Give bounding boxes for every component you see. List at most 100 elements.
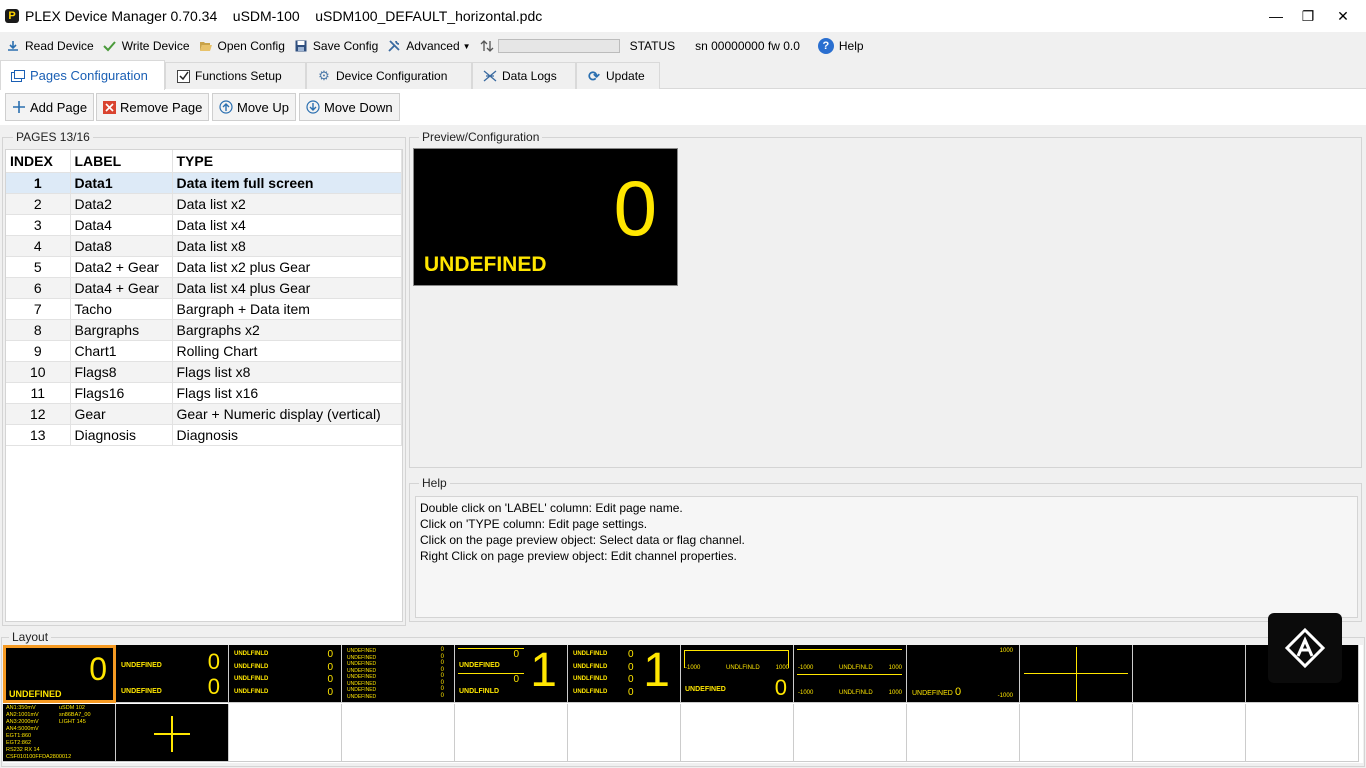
label-cell[interactable]: Chart1 (70, 340, 173, 362)
type-cell[interactable]: Data list x4 plus Gear (172, 277, 402, 299)
move-down-label: Move Down (324, 99, 393, 115)
column-header-type[interactable]: TYPE (172, 150, 402, 173)
column-header-index[interactable]: INDEX (6, 150, 71, 173)
tab-update[interactable]: ⟳ Update (576, 62, 660, 89)
remove-page-button[interactable]: Remove Page (96, 93, 210, 121)
tab-device-configuration[interactable]: ⚙ Device Configuration (306, 62, 472, 89)
remove-page-label: Remove Page (120, 99, 203, 115)
open-config-button[interactable]: Open Config (199, 39, 285, 53)
layout-thumb-diagnosis[interactable]: AN1:350mV AN2:1001mV AN3:2000mV AN4:5000mV E… (3, 704, 116, 762)
layout-empty-slot[interactable] (681, 704, 794, 762)
type-cell[interactable]: Bargraph + Data item (172, 298, 402, 320)
layout-thumb-flags8[interactable] (1020, 645, 1133, 703)
serial-firmware-readout: sn 00000000 fw 0.0 (695, 39, 800, 53)
type-cell[interactable]: Data list x4 (172, 214, 402, 236)
help-button[interactable]: ? Help (817, 38, 864, 54)
label-cell[interactable]: Diagnosis (70, 424, 173, 446)
label-cell[interactable]: Tacho (70, 298, 173, 320)
preview-value[interactable]: 0 (614, 169, 657, 247)
type-cell[interactable]: Data list x2 plus Gear (172, 256, 402, 278)
thumb-label: UNDLFINLD (573, 651, 608, 657)
label-cell[interactable]: Data4 (70, 214, 173, 236)
save-config-button[interactable]: Save Config (294, 39, 378, 53)
column-header-label[interactable]: LABEL (70, 150, 173, 173)
index-cell: 4 (6, 235, 71, 257)
label-cell[interactable]: Data1 (70, 172, 173, 194)
page-preview-display[interactable]: 0 UNDEFINED (413, 148, 678, 286)
tab-pages-configuration[interactable]: Pages Configuration (0, 60, 165, 90)
type-cell[interactable]: Data list x2 (172, 193, 402, 215)
label-cell[interactable]: Flags16 (70, 382, 173, 404)
thumb-label: UNDEFINED (459, 662, 500, 669)
preview-channel-label[interactable]: UNDEFINED (424, 253, 547, 277)
layout-empty-slot[interactable] (794, 704, 907, 762)
advanced-menu-button[interactable]: Advanced ▼ (387, 39, 471, 53)
label-cell[interactable]: Flags8 (70, 361, 173, 383)
layout-thumb-bargraphs[interactable]: -1000 UNDLFINLD 1000 -1000 UNDLFINLD 100… (794, 645, 907, 703)
table-row[interactable]: 2 Data2 Data list x2 (6, 193, 402, 215)
table-row[interactable]: 9 Chart1 Rolling Chart (6, 340, 402, 362)
transfer-arrows-icon (480, 39, 494, 53)
table-row[interactable]: 5 Data2 + Gear Data list x2 plus Gear (6, 256, 402, 278)
type-cell[interactable]: Flags list x8 (172, 361, 402, 383)
tab-functions-setup[interactable]: Functions Setup (165, 62, 306, 89)
label-cell[interactable]: Data2 + Gear (70, 256, 173, 278)
index-cell: 11 (6, 382, 71, 404)
accessibility-overlay-icon[interactable] (1268, 613, 1342, 683)
thumb-scale: -1000 (798, 690, 814, 696)
layout-thumb-new-page[interactable] (116, 704, 229, 762)
type-cell[interactable]: Rolling Chart (172, 340, 402, 362)
help-label: Help (838, 39, 864, 53)
type-cell[interactable]: Bargraphs x2 (172, 319, 402, 341)
layout-thumb-data2[interactable]: UNDEFINED 0 UNDEFINED 0 (116, 645, 229, 703)
layout-empty-slot[interactable] (1020, 704, 1133, 762)
type-cell[interactable]: Gear + Numeric display (vertical) (172, 403, 402, 425)
dropdown-arrow-icon: ▼ (462, 41, 471, 51)
type-cell[interactable]: Flags list x16 (172, 382, 402, 404)
layout-thumb-data2-gear[interactable]: 0 UNDEFINED 0 UNDLFINLD 1 (455, 645, 568, 703)
table-row[interactable]: 3 Data4 Data list x4 (6, 214, 402, 236)
table-row[interactable]: 11 Flags16 Flags list x16 (6, 382, 402, 404)
label-cell[interactable]: Data4 + Gear (70, 277, 173, 299)
type-cell[interactable]: Diagnosis (172, 424, 402, 446)
move-up-button[interactable]: Move Up (212, 93, 297, 121)
table-row[interactable]: 10 Flags8 Flags list x8 (6, 361, 402, 383)
write-device-label: Write Device (121, 39, 190, 53)
layout-thumb-tacho[interactable]: -1000 UNDLFINLD 1000 UNDEFINED 0 (681, 645, 794, 703)
layout-empty-slot[interactable] (1246, 704, 1359, 762)
table-row[interactable]: 12 Gear Gear + Numeric display (vertical) (6, 403, 402, 425)
layout-thumb-chart1[interactable]: 1000 UNDEFINED 0 -1000 (907, 645, 1020, 703)
table-row[interactable]: 1 Data1 Data item full screen (6, 172, 402, 194)
label-cell[interactable]: Gear (70, 403, 173, 425)
layout-thumb-flags16[interactable] (1133, 645, 1246, 703)
layout-thumb-data4-gear[interactable]: 1 UNDLFINLD 0 UNDLFINLD 0 UNDLFINLD 0 UNDLFINL… (568, 645, 681, 703)
layout-empty-slot[interactable] (455, 704, 568, 762)
layout-empty-slot[interactable] (568, 704, 681, 762)
table-row[interactable]: 6 Data4 + Gear Data list x4 plus Gear (6, 277, 402, 299)
type-cell[interactable]: Data list x8 (172, 235, 402, 257)
write-device-button[interactable]: Write Device (103, 39, 190, 53)
table-row[interactable]: 8 Bargraphs Bargraphs x2 (6, 319, 402, 341)
label-cell[interactable]: Data2 (70, 193, 173, 215)
layout-empty-slot[interactable] (907, 704, 1020, 762)
layout-thumb-data8[interactable]: UNDEFINED 0 UNDEFINED 0 UNDEFINED 0 UNDEFINED 0… (342, 645, 455, 703)
thumb-scale: 1000 (999, 648, 1013, 654)
type-cell[interactable]: Data item full screen (172, 172, 402, 194)
tab-data-logs[interactable]: Data Logs (472, 62, 576, 89)
layout-empty-slot[interactable] (342, 704, 455, 762)
layout-empty-slot[interactable] (229, 704, 342, 762)
layout-thumb-data1[interactable]: 0 UNDEFINED (3, 645, 116, 703)
layout-thumb-data4[interactable]: UNDLFINLD 0 UNDLFINLD 0 UNDLFINLD 0 UNDLFINLD 0 (229, 645, 342, 703)
add-page-button[interactable]: Add Page (5, 93, 95, 121)
table-row[interactable]: 13 Diagnosis Diagnosis (6, 424, 402, 446)
move-down-button[interactable]: Move Down (299, 93, 400, 121)
refresh-icon: ⟳ (588, 67, 600, 84)
thumb-label: UNDEFINED (121, 662, 162, 669)
close-button[interactable]: ✕ (1320, 0, 1366, 32)
table-row[interactable]: 7 Tacho Bargraph + Data item (6, 298, 402, 320)
label-cell[interactable]: Data8 (70, 235, 173, 257)
layout-empty-slot[interactable] (1133, 704, 1246, 762)
read-device-button[interactable]: Read Device (6, 39, 94, 53)
table-row[interactable]: 4 Data8 Data list x8 (6, 235, 402, 257)
label-cell[interactable]: Bargraphs (70, 319, 173, 341)
